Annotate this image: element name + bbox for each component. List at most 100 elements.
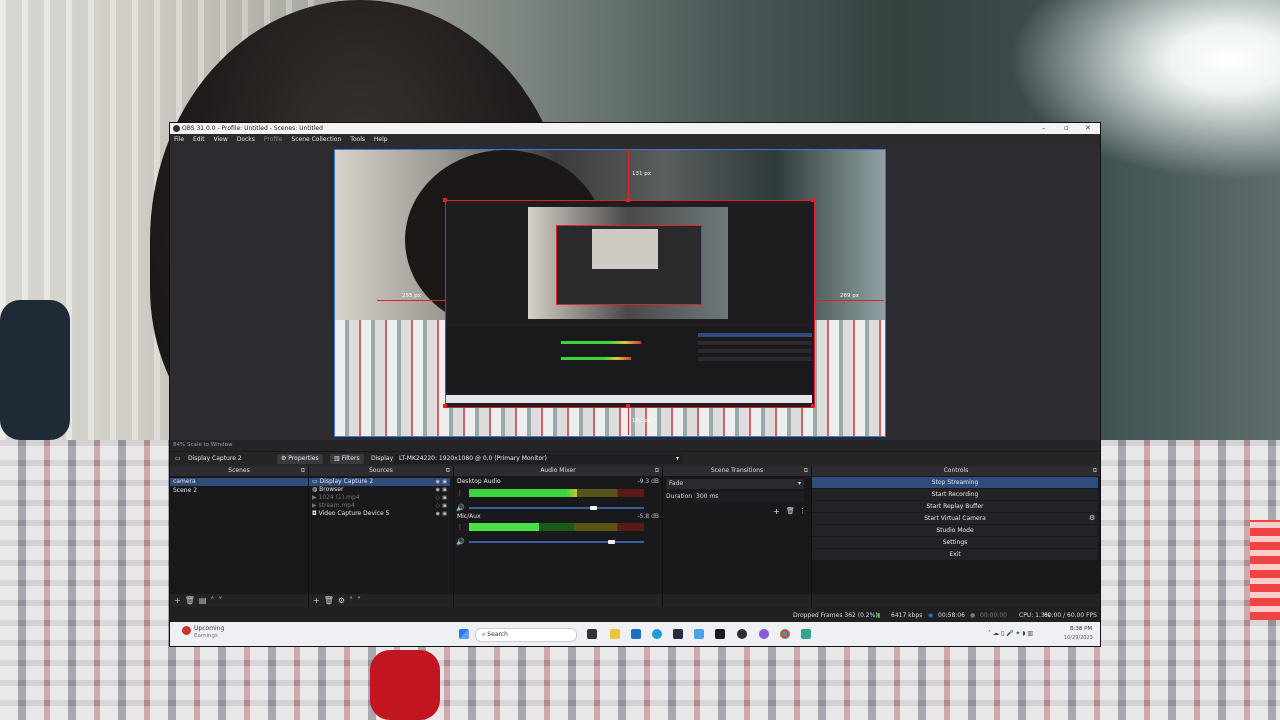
undock-icon[interactable]: ⧉ — [1093, 466, 1097, 476]
dropbox-icon[interactable] — [715, 629, 725, 639]
weather-title[interactable]: Upcoming — [194, 625, 224, 632]
stop-streaming-button[interactable]: Stop Streaming — [812, 477, 1098, 489]
transition-value: Fade — [669, 480, 684, 487]
fps: 60.00 / 60.00 FPS — [1044, 612, 1097, 619]
source-item[interactable]: ▶ stream.mp4 ◌ ▣ — [309, 502, 450, 510]
eye-off-icon[interactable]: ◌ — [436, 494, 440, 502]
speaker-icon[interactable]: 🔊 — [456, 538, 465, 546]
gear-icon[interactable]: ⋮ — [457, 524, 463, 531]
eye-off-icon[interactable]: ◌ — [436, 502, 440, 510]
edge-icon[interactable] — [652, 629, 662, 639]
resize-handle-tr[interactable] — [811, 198, 815, 202]
source-item[interactable]: ▶ 1024 (1).mp4 ◌ ▣ — [309, 494, 450, 502]
exit-button[interactable]: Exit — [812, 549, 1098, 561]
move-down-button[interactable]: ˅ — [218, 596, 222, 605]
settings-button[interactable]: Settings — [812, 537, 1098, 549]
transition-select[interactable]: Fade ▾ — [666, 479, 804, 489]
eye-icon[interactable]: ◉ — [436, 478, 440, 486]
volume-knob-mic[interactable] — [608, 540, 615, 544]
search-box[interactable]: ⌕ Search — [475, 628, 577, 642]
preview-area[interactable]: 131 px 255 px 269 px 192 px — [170, 146, 1100, 440]
guide-bottom-label: 192 px — [632, 418, 651, 424]
menu-docks[interactable]: Docks — [237, 136, 255, 143]
start-virtual-camera-button[interactable]: Start Virtual Camera — [812, 513, 1098, 525]
lock-icon[interactable]: ▣ — [442, 494, 447, 502]
menu-edit[interactable]: Edit — [193, 136, 205, 143]
file-explorer-icon[interactable] — [610, 629, 620, 639]
move-up-button[interactable]: ˄ — [349, 596, 353, 605]
add-source-button[interactable]: + — [313, 596, 320, 605]
lock-icon[interactable]: ▣ — [442, 502, 447, 510]
display-capture-source[interactable] — [445, 200, 815, 408]
menu-profile[interactable]: Profile — [264, 136, 283, 143]
lock-icon[interactable]: ▣ — [442, 478, 447, 486]
resize-handle-b[interactable] — [626, 404, 630, 408]
close-button[interactable]: ✕ — [1085, 123, 1091, 134]
scale-dropdown[interactable]: 84% Scale to Window — [173, 442, 232, 448]
remove-source-button[interactable]: 🗑 — [324, 596, 334, 605]
lock-icon[interactable]: ▣ — [442, 510, 447, 518]
undock-icon[interactable]: ⧉ — [655, 466, 659, 476]
clock-date[interactable]: 10/29/2023 — [1064, 635, 1093, 641]
resize-handle-bl[interactable] — [443, 404, 447, 408]
add-transition-button[interactable]: + — [773, 507, 780, 516]
display-select[interactable]: LT-MK24220: 1920x1080 @ 0,0 (Primary Mon… — [395, 454, 683, 464]
scene-filters-button[interactable]: ▤ — [199, 596, 207, 605]
minimize-button[interactable]: – — [1042, 123, 1046, 134]
app-icon[interactable] — [801, 629, 811, 639]
speaker-icon[interactable]: 🔊 — [456, 504, 465, 512]
sources-toolbar: + 🗑 ⚙ ˄ ˅ — [309, 594, 454, 607]
menu-view[interactable]: View — [214, 136, 228, 143]
channel-db-mic: -5.8 dB — [637, 513, 659, 520]
gear-icon[interactable]: ⚙ — [338, 596, 345, 605]
store-icon[interactable] — [631, 629, 641, 639]
eye-icon[interactable]: ◉ — [436, 486, 440, 494]
start-replay-buffer-button[interactable]: Start Replay Buffer — [812, 501, 1098, 513]
maximize-button[interactable]: ▫ — [1064, 123, 1069, 134]
tray-icons[interactable]: ˄ ☁ ▯ 🎤 ✦ ◗ ▥ — [988, 630, 1033, 637]
menu-help[interactable]: Help — [374, 136, 388, 143]
chrome-icon[interactable] — [780, 629, 790, 639]
volume-slider-mic[interactable] — [469, 541, 644, 543]
background-red-object — [370, 650, 440, 720]
menu-scene-collection[interactable]: Scene Collection — [291, 136, 341, 143]
add-scene-button[interactable]: + — [174, 596, 181, 605]
app-icon[interactable] — [759, 629, 769, 639]
resize-handle-tl[interactable] — [443, 198, 447, 202]
source-item[interactable]: ◘ Video Capture Device 5 ◉ ▣ — [309, 510, 450, 518]
source-item[interactable]: ▭ Display Capture 2 ◉ ▣ — [309, 478, 450, 486]
clock-time[interactable]: 8:38 PM — [1070, 626, 1092, 632]
windows-start-icon[interactable] — [459, 629, 469, 639]
menu-tools[interactable]: Tools — [350, 136, 365, 143]
volume-knob-desktop[interactable] — [590, 506, 597, 510]
move-up-button[interactable]: ˄ — [210, 596, 214, 605]
display-value: LT-MK24220: 1920x1080 @ 0,0 (Primary Mon… — [399, 455, 547, 462]
resize-handle-t[interactable] — [626, 198, 630, 202]
menu-file[interactable]: File — [174, 136, 184, 143]
start-recording-button[interactable]: Start Recording — [812, 489, 1098, 501]
duration-input[interactable]: 300 ms — [693, 492, 804, 502]
task-view-icon[interactable] — [587, 629, 597, 639]
more-icon[interactable]: ⋮ — [799, 507, 806, 515]
undock-icon[interactable]: ⧉ — [301, 466, 305, 476]
obs-taskbar-icon[interactable] — [737, 629, 747, 639]
resize-handle-br[interactable] — [811, 404, 815, 408]
studio-mode-button[interactable]: Studio Mode — [812, 525, 1098, 537]
scene-item-camera[interactable]: camera — [170, 478, 308, 486]
undock-icon[interactable]: ⧉ — [804, 466, 808, 476]
properties-button[interactable]: ⚙ Properties — [277, 454, 323, 464]
eye-icon[interactable]: ◉ — [436, 510, 440, 518]
gear-icon[interactable]: ⋮ — [457, 490, 463, 497]
source-item[interactable]: ◍ Browser ◉ ▣ — [309, 486, 450, 494]
gear-icon[interactable]: ⚙ — [1089, 514, 1095, 522]
volume-slider-desktop[interactable] — [469, 507, 644, 509]
undock-icon[interactable]: ⧉ — [446, 466, 450, 476]
move-down-button[interactable]: ˅ — [357, 596, 361, 605]
lock-icon[interactable]: ▣ — [442, 486, 447, 494]
filters-button[interactable]: ▥ Filters — [330, 454, 364, 464]
remove-transition-button[interactable]: 🗑 — [786, 507, 795, 515]
scene-item-scene-2[interactable]: Scene 2 — [170, 487, 308, 495]
amazon-icon[interactable] — [673, 629, 683, 639]
remove-scene-button[interactable]: 🗑 — [185, 596, 195, 605]
app-icon[interactable] — [694, 629, 704, 639]
